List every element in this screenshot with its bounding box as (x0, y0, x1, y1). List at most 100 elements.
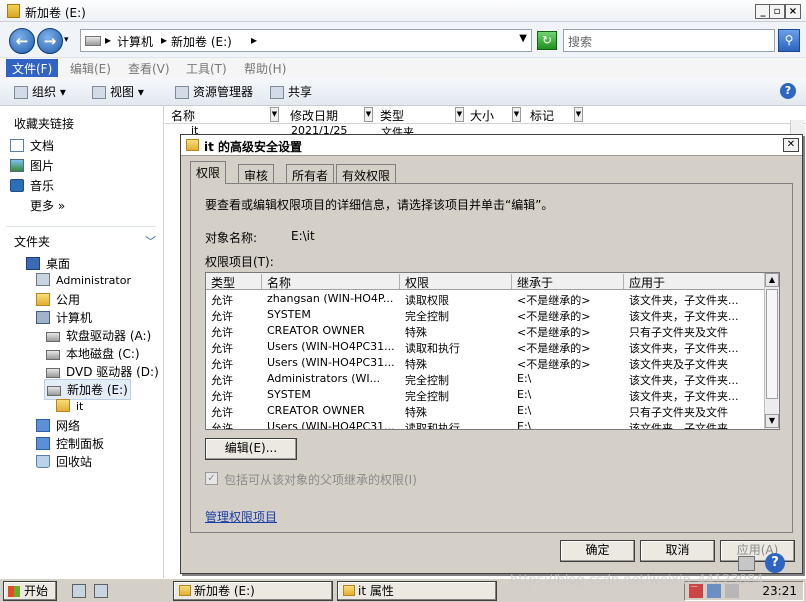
column-date[interactable]: 修改日期 (290, 107, 338, 124)
server-manager-icon[interactable] (94, 584, 108, 598)
menu-file[interactable]: 文件(F) (6, 59, 59, 77)
address-row: ← → ▾ ▸ 计算机 ▸ 新加卷 (E:) ▸ ▼ ↻ 搜索 ⚲ (0, 22, 806, 58)
row-principal: Administrators (WI... (267, 372, 381, 385)
close-button[interactable]: × (785, 4, 801, 19)
header-type[interactable]: 类型 (206, 274, 262, 290)
address-bar[interactable]: ▸ 计算机 ▸ 新加卷 (E:) ▸ ▼ (80, 29, 532, 52)
show-desktop-icon[interactable] (72, 584, 86, 598)
chevron-down-icon[interactable]: ﹀ (145, 233, 156, 249)
scroll-down-icon[interactable]: ▼ (765, 414, 779, 428)
column-type[interactable]: 类型 (380, 107, 404, 124)
permission-row[interactable]: 允许 Administrators (WI... 完全控制 E:\ 该文件夹，子文件夹.… (206, 371, 766, 387)
taskbar-item-properties[interactable]: it 属性 (337, 581, 497, 601)
header-name[interactable]: 名称 (262, 274, 400, 290)
tree-control-panel[interactable]: 控制面板 (36, 435, 104, 452)
tree-local-disk-c[interactable]: 本地磁盘 (C:) (46, 345, 140, 362)
tree-network[interactable]: 网络 (36, 417, 80, 434)
permission-row[interactable]: 允许 CREATOR OWNER 特殊 <不是继承的> 只有子文件夹及文件 (206, 323, 766, 339)
tree-label: 回收站 (56, 455, 93, 469)
permission-row[interactable]: 允许 CREATOR OWNER 特殊 E:\ 只有子文件夹及文件 (206, 403, 766, 419)
maximize-button[interactable]: ▫ (769, 4, 785, 19)
column-name[interactable]: 名称 (171, 107, 195, 124)
breadcrumb-computer[interactable]: 计算机 (117, 33, 153, 50)
back-button[interactable]: ← (9, 28, 35, 54)
row-permission: 特殊 (405, 358, 427, 371)
table-scrollbar[interactable]: ▲ ▼ (764, 273, 779, 429)
tree-floppy-a[interactable]: 软盘驱动器 (A:) (46, 327, 151, 344)
column-tags[interactable]: 标记 (530, 107, 554, 124)
permission-row[interactable]: 允许 Users (WIN-HO4PC31... 读取和执行 <不是继承的> 该文件夹，… (206, 339, 766, 355)
menu-edit[interactable]: 编辑(E) (64, 59, 117, 77)
search-icon[interactable]: ⚲ (778, 29, 800, 52)
organize-button[interactable]: 组织 ▾ (14, 83, 66, 101)
edit-button[interactable]: 编辑(E)... (205, 438, 297, 460)
tree-folder-it[interactable]: it (56, 399, 83, 413)
favorite-pictures[interactable]: 图片 (10, 157, 54, 174)
tab-auditing[interactable]: 审核 (238, 164, 275, 184)
menu-view[interactable]: 查看(V) (122, 59, 176, 77)
permission-row[interactable]: 允许 SYSTEM 完全控制 <不是继承的> 该文件夹，子文件夹... (206, 307, 766, 323)
permission-row[interactable]: 允许 SYSTEM 完全控制 E:\ 该文件夹，子文件夹... (206, 387, 766, 403)
row-principal: CREATOR OWNER (267, 404, 365, 417)
menu-help[interactable]: 帮助(H) (238, 59, 292, 77)
permission-entries-table[interactable]: 类型 名称 权限 继承于 应用于 允许 zhangsan (WIN-HO4P...… (205, 272, 780, 430)
tree-volume-e[interactable]: 新加卷 (E:) (44, 379, 131, 400)
tree-public[interactable]: 公用 (36, 291, 80, 308)
permission-row[interactable]: 允许 Users (WIN-HO4PC31... 特殊 <不是继承的> 该文件夹及子文件… (206, 355, 766, 371)
cancel-button[interactable]: 取消 (640, 540, 715, 562)
taskbar-item-explorer[interactable]: 新加卷 (E:) (173, 581, 333, 601)
share-button[interactable]: 共享 (270, 83, 312, 101)
address-dropdown-icon[interactable]: ▼ (519, 33, 527, 44)
header-inherited-from[interactable]: 继承于 (512, 274, 624, 290)
printer-icon[interactable] (738, 556, 755, 571)
column-filter-icon[interactable]: ▼ (364, 107, 373, 122)
breadcrumb-separator[interactable]: ▸ (105, 33, 111, 47)
column-filter-icon[interactable]: ▼ (574, 107, 583, 122)
favorite-music[interactable]: 音乐 (10, 177, 54, 194)
tab-effective-permissions[interactable]: 有效权限 (336, 164, 397, 184)
menu-tools[interactable]: 工具(T) (180, 59, 233, 77)
share-label: 共享 (288, 85, 313, 99)
folders-title[interactable]: 文件夹 (14, 233, 50, 250)
row-inherited-from: E:\ (517, 372, 532, 385)
tree-desktop[interactable]: 桌面 (26, 255, 70, 272)
tab-owner[interactable]: 所有者 (286, 164, 335, 184)
permission-row[interactable]: 允许 zhangsan (WIN-HO4P... 读取权限 <不是继承的> 该文件夹，子… (206, 291, 766, 307)
column-size[interactable]: 大小 (470, 107, 494, 124)
ok-button[interactable]: 确定 (560, 540, 635, 562)
row-inherited-from: E:\ (517, 388, 532, 401)
tree-administrator[interactable]: Administrator (36, 273, 131, 287)
tab-permissions[interactable]: 权限 (190, 161, 227, 184)
clock[interactable]: 23:21 (762, 584, 797, 598)
inherit-checkbox[interactable]: ✓ (205, 472, 218, 485)
scroll-thumb[interactable] (766, 289, 778, 399)
breadcrumb-separator[interactable]: ▸ (251, 33, 257, 47)
header-permission[interactable]: 权限 (400, 274, 512, 290)
column-filter-icon[interactable]: ▼ (270, 107, 279, 122)
tree-dvd-d[interactable]: DVD 驱动器 (D:) (46, 363, 159, 380)
tree-recycle-bin[interactable]: 回收站 (36, 453, 92, 470)
views-button[interactable]: 视图 ▾ (92, 83, 144, 101)
permission-row[interactable]: 允许 Users (WIN-HO4PC31... 读取和执行 E:\ 该文件夹，子文件夹… (206, 419, 766, 429)
refresh-icon[interactable]: ↻ (537, 31, 557, 50)
search-input[interactable]: 搜索 (563, 29, 775, 52)
manage-permission-entries-link[interactable]: 管理权限项目 (205, 508, 277, 525)
row-inherited-from: <不是继承的> (517, 342, 591, 355)
help-icon[interactable]: ? (765, 553, 785, 573)
breadcrumb-volume-e[interactable]: 新加卷 (E:) (171, 33, 232, 50)
favorite-documents[interactable]: 文档 (10, 137, 54, 154)
help-icon[interactable]: ? (780, 83, 796, 99)
start-button[interactable]: 开始 (3, 581, 57, 601)
recent-pages-chevron-icon[interactable]: ▾ (64, 35, 69, 45)
explorer-button[interactable]: 资源管理器 (175, 83, 253, 101)
header-apply-to[interactable]: 应用于 (624, 274, 766, 290)
column-filter-icon[interactable]: ▼ (455, 107, 464, 122)
scroll-up-icon[interactable]: ▲ (765, 273, 779, 287)
column-filter-icon[interactable]: ▼ (512, 107, 521, 122)
table-header: 类型 名称 权限 继承于 应用于 (206, 273, 766, 290)
dialog-close-button[interactable]: ✕ (783, 138, 799, 152)
tree-computer[interactable]: 计算机 (36, 309, 92, 326)
breadcrumb-separator[interactable]: ▸ (161, 33, 167, 47)
forward-button[interactable]: → (37, 28, 63, 54)
favorites-more-link[interactable]: 更多 » (30, 197, 65, 214)
